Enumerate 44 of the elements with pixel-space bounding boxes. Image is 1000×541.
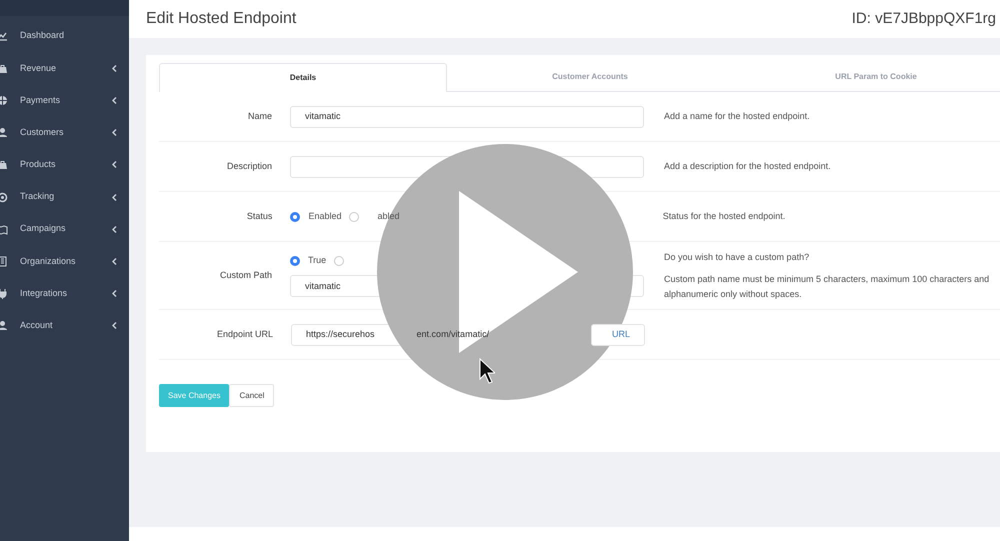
page-title: Edit Hosted Endpoint [146,9,296,29]
help-text: Add a name for the hosted endpoint. [664,110,811,124]
radio-button[interactable] [290,256,300,266]
input-field[interactable]: vitamatic [290,106,644,128]
person-icon [0,320,8,332]
sidebar-item[interactable]: Campaigns [0,213,129,246]
field-label: Custom Path [218,268,273,282]
sidebar-item[interactable]: Tracking [0,180,129,214]
radio-button[interactable] [334,256,344,266]
radio-button[interactable] [290,212,300,222]
target-icon [0,192,8,203]
help-text: Status for the hosted endpoint. [662,210,786,224]
endpoint-id: ID: vE7JBbppQXF1rg [852,8,997,29]
sidebar-item[interactable]: Revenue [0,52,129,84]
plug-icon [0,288,8,300]
bag-icon [0,159,8,170]
help-text: Add a description for the hosted endpoint. [664,160,832,174]
sidebar-item[interactable]: Customers [0,116,129,149]
url-text: https://securehos [306,328,375,341]
tab[interactable]: Details [159,63,447,92]
building-icon [0,256,8,267]
field-label: Endpoint URL [216,328,274,341]
radio-label: abled [377,210,400,223]
help-text: Do you wish to have a custom path? [664,251,810,264]
radio-label: True [308,254,326,267]
map-icon [0,224,8,235]
cursor-icon [479,358,495,384]
cancel-button[interactable]: Cancel [229,384,274,408]
sidebar-item[interactable]: Account [0,310,129,342]
person-icon [0,127,8,138]
radio-button[interactable] [349,212,360,222]
sidebar-item[interactable]: Organizations [0,245,129,278]
sidebar-item[interactable]: Products [0,148,129,181]
radio-label: Enabled [308,210,342,223]
copy-url-button[interactable]: URL [591,324,645,346]
sidebar-item[interactable]: Dashboard [0,20,129,52]
field-label: Description [226,160,273,173]
bag-icon [0,62,8,74]
field-label: Status [246,210,274,223]
chart-icon [0,30,8,42]
sidebar-item[interactable]: Payments [0,84,129,117]
sidebar-item[interactable]: Integrations [0,278,129,310]
field-label: Name [246,110,273,123]
help-text: Custom path name must be minimum 5 characters, maximum 100 characters and alphanumeric only without spaces. [664,273,990,301]
